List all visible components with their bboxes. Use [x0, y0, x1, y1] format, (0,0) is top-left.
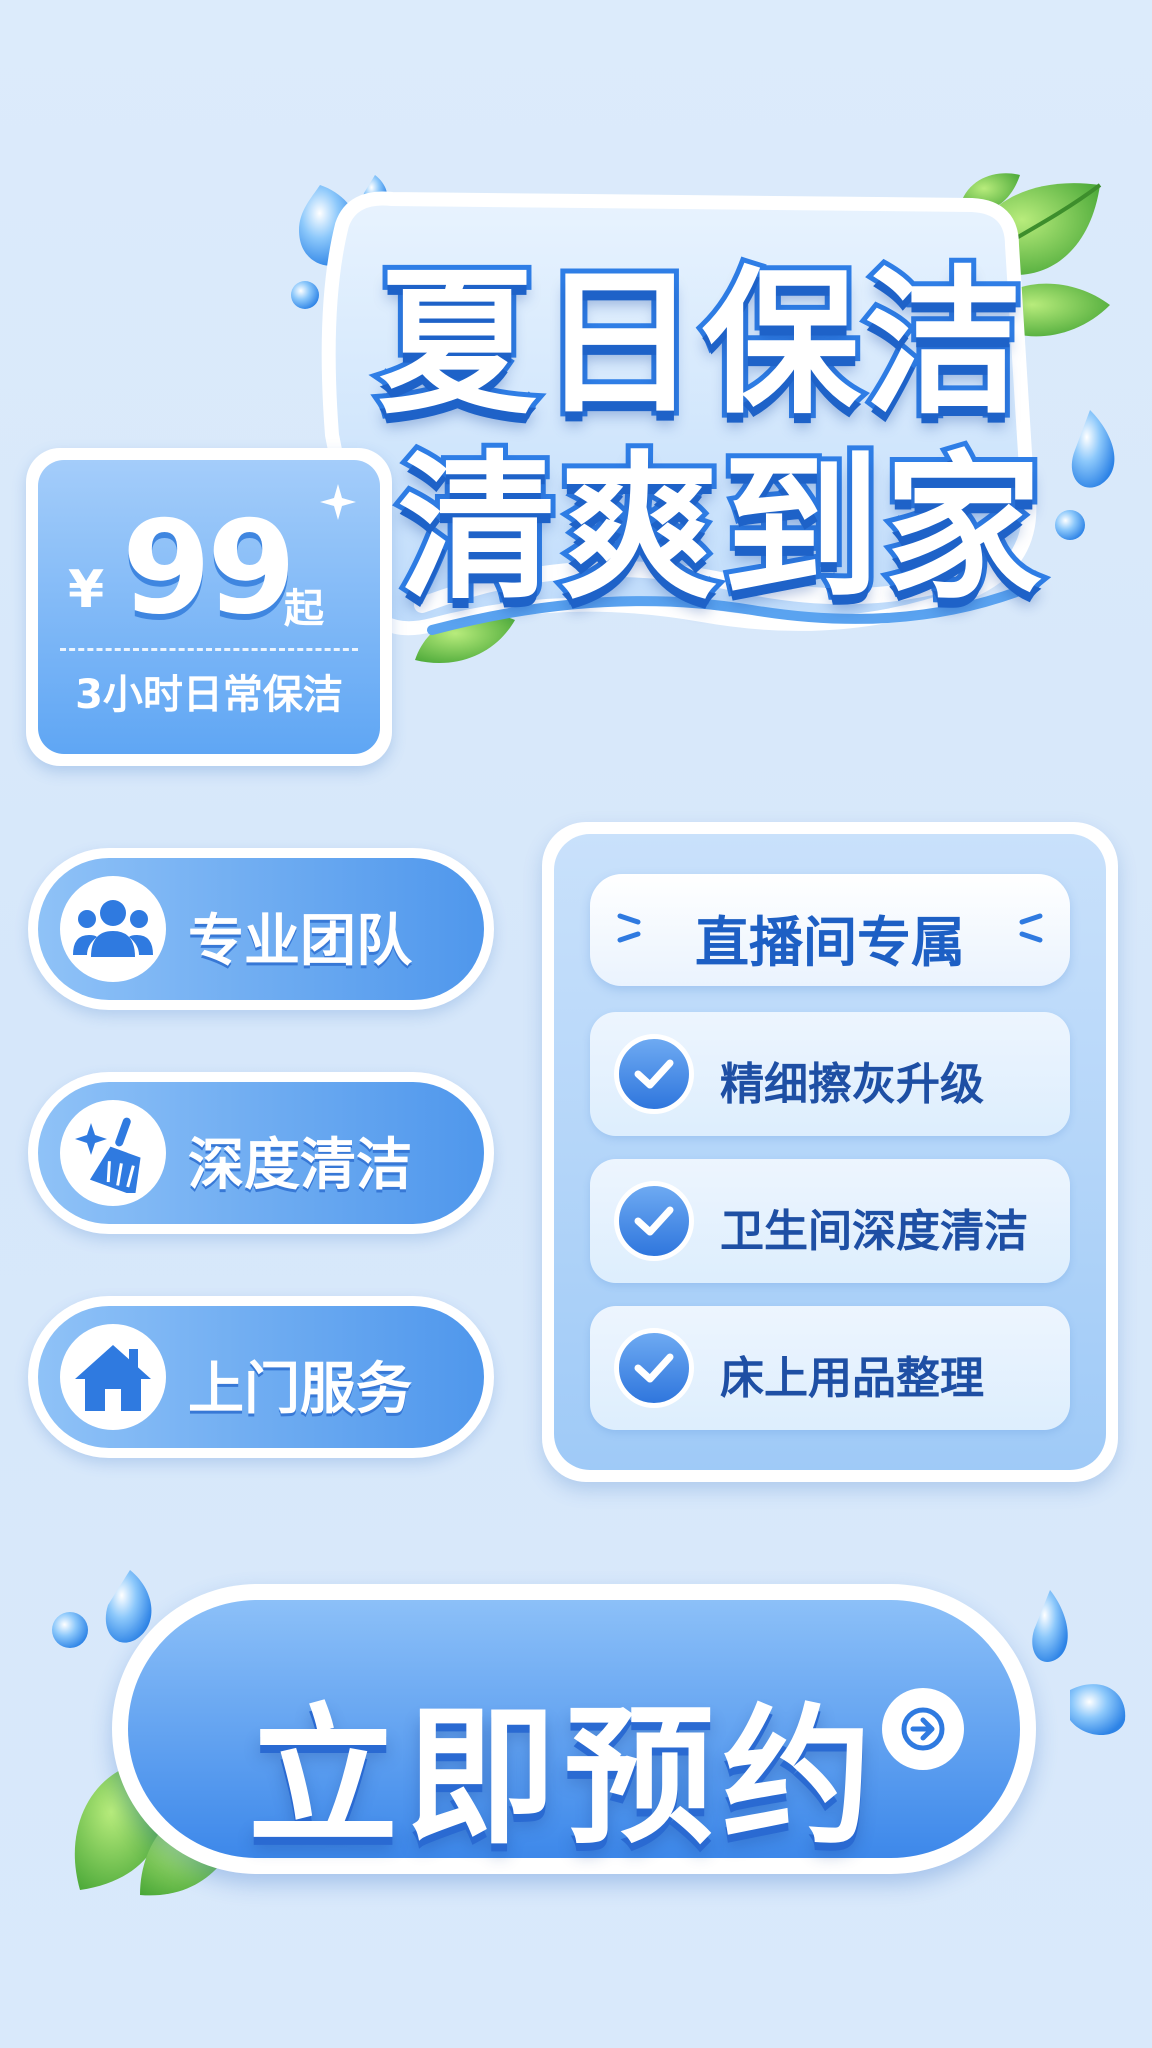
- price-amount: 99: [122, 494, 296, 643]
- broom-sparkle-icon: [60, 1100, 166, 1206]
- perk-item: 精细擦灰升级: [590, 1012, 1070, 1136]
- team-icon: [60, 876, 166, 982]
- exclusive-panel: 直播间专属 精细擦灰升级 卫生间深度清洁 床上用品整理: [542, 822, 1118, 1482]
- headline-badge: 夏日保洁 清爽到家: [282, 185, 1082, 660]
- price-card[interactable]: ¥ 99 起 3小时日常保洁: [26, 448, 392, 766]
- exclusive-panel-body: 直播间专属 精细擦灰升级 卫生间深度清洁 床上用品整理: [554, 834, 1106, 1470]
- sparkle-icon: [320, 484, 356, 520]
- perk-label: 精细擦灰升级: [720, 1059, 984, 1110]
- feature-pill-body: 深度清洁: [38, 1082, 484, 1224]
- feature-pill-body: 上门服务: [38, 1306, 484, 1448]
- perk-label: 床上用品整理: [720, 1353, 984, 1404]
- feature-pill-home-service[interactable]: 上门服务: [28, 1296, 494, 1458]
- feature-pill-team[interactable]: 专业团队: [28, 848, 494, 1010]
- book-now-label: 立即预约: [248, 1691, 881, 1865]
- price-currency: ¥: [68, 560, 105, 620]
- exclusive-header: 直播间专属: [590, 874, 1070, 986]
- perk-label: 卫生间深度清洁: [720, 1206, 1028, 1257]
- home-icon: [60, 1324, 166, 1430]
- feature-label: 上门服务: [188, 1357, 412, 1422]
- feature-pill-body: 专业团队: [38, 858, 484, 1000]
- price-suffix: 起: [284, 586, 324, 632]
- headline-line-2: 清爽到家: [393, 432, 1047, 626]
- check-icon: [614, 1328, 694, 1408]
- arrow-right-icon[interactable]: [882, 1688, 964, 1770]
- book-now-button-body: 立即预约: [128, 1600, 1020, 1865]
- feature-pill-deep-clean[interactable]: 深度清洁: [28, 1072, 494, 1234]
- check-icon: [614, 1181, 694, 1261]
- feature-label: 深度清洁: [188, 1133, 412, 1198]
- header-deco-right-icon: [1019, 913, 1043, 943]
- feature-label: 专业团队: [188, 909, 412, 974]
- book-now-button[interactable]: 立即预约: [112, 1584, 1036, 1874]
- check-icon: [614, 1034, 694, 1114]
- price-description: 3小时日常保洁: [75, 672, 343, 718]
- perk-item: 卫生间深度清洁: [590, 1159, 1070, 1283]
- perk-item: 床上用品整理: [590, 1306, 1070, 1430]
- price-divider: [60, 648, 358, 651]
- exclusive-title: 直播间专属: [695, 911, 965, 974]
